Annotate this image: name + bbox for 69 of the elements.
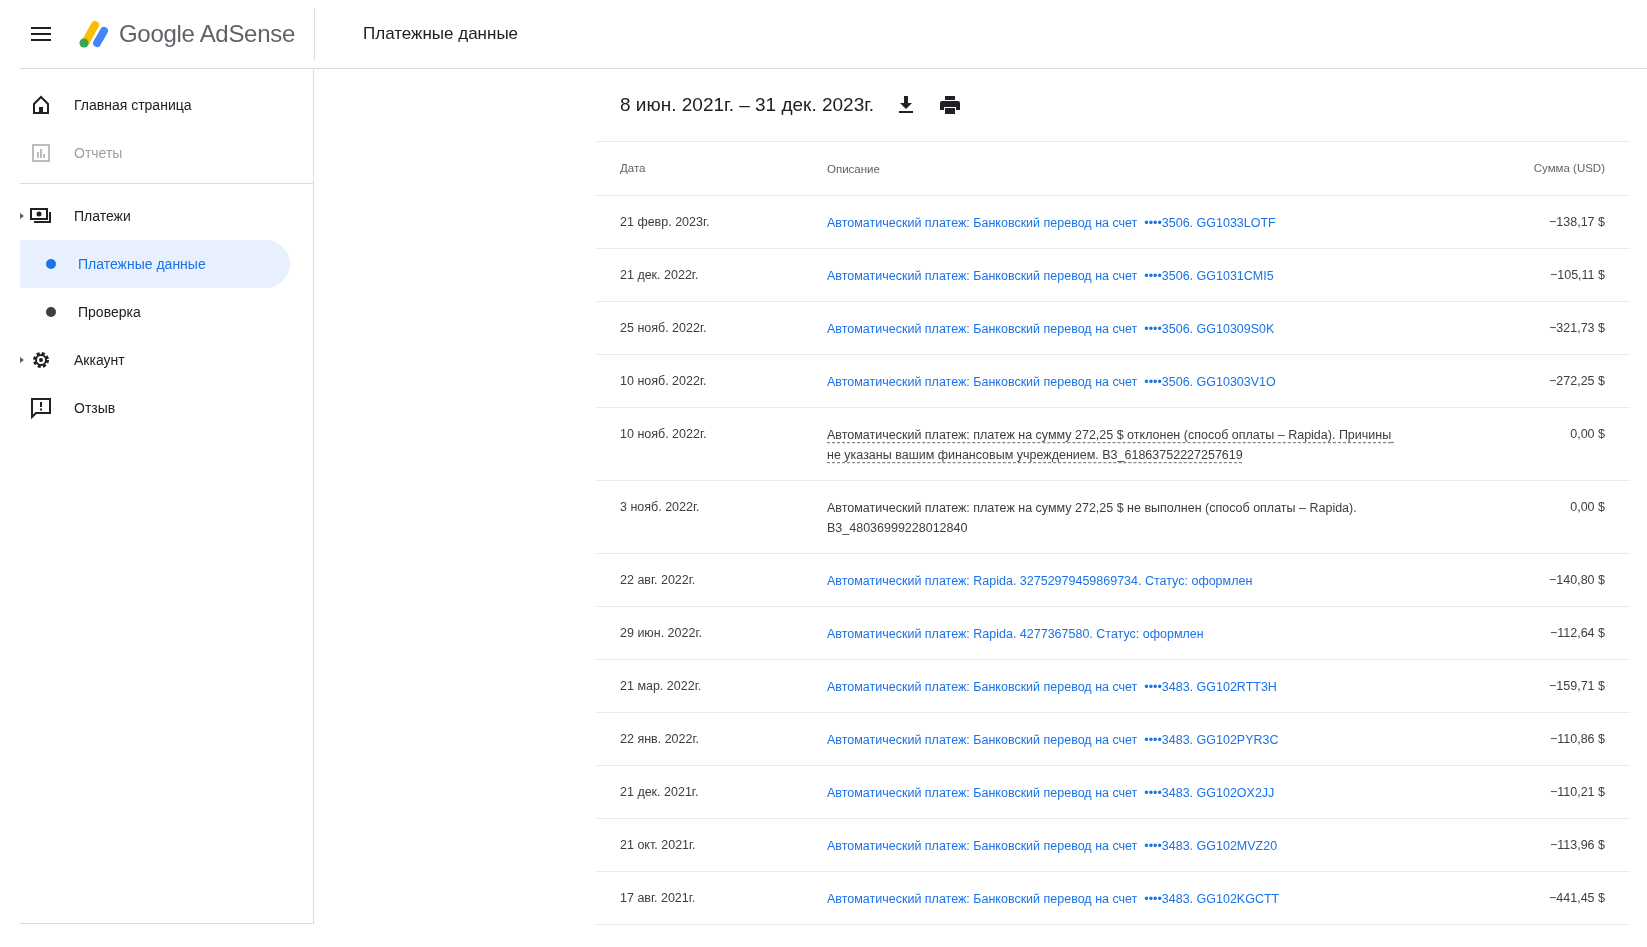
- logo-icon: [77, 19, 111, 49]
- amount-cell-text: −321,73 $: [1548, 320, 1605, 337]
- payment-link[interactable]: Автоматический платеж: Банковский перевод на счет ••••3506. GG10309S0K: [827, 319, 1407, 339]
- date-cell-text: 21 дек. 2022г.: [620, 267, 700, 284]
- amount-cell-text: −159,71 $: [1548, 678, 1605, 695]
- page-title: Платежные данные: [363, 24, 519, 44]
- date-cell-text: 22 авг. 2022г.: [620, 572, 697, 589]
- payment-link[interactable]: Автоматический платеж: Rapida. 32752979459869734. Статус: оформлен: [827, 571, 1407, 591]
- home-icon: [30, 95, 52, 115]
- settings-icon: [30, 349, 52, 371]
- column-header: Дата: [620, 161, 647, 176]
- nav-label: Платежные данные: [78, 256, 206, 272]
- bullet-icon: [46, 307, 56, 317]
- amount-cell-text: 0,00 $: [1569, 499, 1605, 516]
- payment-link[interactable]: Автоматический платеж: Банковский перевод на счет ••••3483. GG102OX2JJ: [827, 783, 1407, 803]
- nav-item[interactable]: Аккаунт: [20, 336, 313, 384]
- amount-cell-text: −113,96 $: [1548, 837, 1605, 854]
- date-cell-text: 21 дек. 2021г.: [620, 784, 700, 801]
- bar-chart-icon: [30, 143, 52, 163]
- column-header: Описание: [827, 162, 881, 177]
- nav-label: Отзыв: [74, 400, 116, 416]
- payment-link[interactable]: Автоматический платеж: Банковский перевод на счет ••••3483. GG102MVZ20: [827, 836, 1407, 856]
- nav-subitem[interactable]: Платежные данные: [20, 240, 290, 288]
- nav-label: Аккаунт: [74, 352, 125, 368]
- nav-subitem[interactable]: Проверка: [20, 288, 290, 336]
- nav-label: Отчеты: [74, 145, 123, 161]
- date-cell-text: 21 февр. 2023г.: [620, 214, 711, 231]
- date-cell-text: 29 июн. 2022г.: [620, 625, 703, 642]
- nav-item[interactable]: Отзыв: [20, 384, 313, 432]
- payment-link[interactable]: Автоматический платеж: Банковский перевод на счет ••••3506. GG1031CMI5: [827, 266, 1407, 286]
- date-cell-text: 21 мар. 2022г.: [620, 678, 703, 695]
- nav-item[interactable]: Платежи: [20, 192, 313, 240]
- payment-link[interactable]: Автоматический платеж: Банковский перевод на счет ••••3483. GG102RTT3H: [827, 677, 1407, 697]
- description-text: Автоматический платеж: платеж на сумму 272,25 $ не выполнен (способ оплаты – Rapida). B3_48036999228012840: [827, 500, 1358, 537]
- date-cell-text: 25 нояб. 2022г.: [620, 320, 708, 337]
- print-icon: [940, 96, 961, 114]
- feedback-icon: [30, 397, 52, 419]
- download-icon: [898, 96, 915, 114]
- date-cell-text: 10 нояб. 2022г.: [620, 373, 708, 390]
- bullet-icon: [46, 259, 56, 269]
- amount-cell-text: −140,80 $: [1548, 572, 1605, 589]
- nav-label: Проверка: [78, 304, 141, 320]
- date-cell-text: 10 нояб. 2022г.: [620, 426, 708, 443]
- amount-cell-text: −441,45 $: [1548, 890, 1605, 907]
- date-cell-text: 22 янв. 2022г.: [620, 731, 700, 748]
- payment-link[interactable]: Автоматический платеж: Банковский перевод на счет ••••3483. GG102KGCTT: [827, 889, 1407, 909]
- column-header: Сумма (USD): [1532, 161, 1605, 176]
- banknote-icon: [30, 207, 52, 225]
- amount-cell-text: 0,00 $: [1569, 426, 1605, 443]
- menu-icon: [31, 27, 51, 41]
- amount-cell-text: −110,86 $: [1548, 731, 1605, 748]
- payment-link[interactable]: Автоматический платеж: Банковский перевод на счет ••••3483. GG102PYR3C: [827, 730, 1407, 750]
- date-cell-text: 21 окт. 2021г.: [620, 837, 697, 854]
- amount-cell-text: −138,17 $: [1548, 214, 1605, 231]
- nav-item[interactable]: Главная страница: [20, 81, 313, 129]
- amount-cell-text: −105,11 $: [1548, 267, 1605, 284]
- nav-label: Платежи: [74, 208, 131, 224]
- payment-link[interactable]: Автоматический платеж: Банковский перевод на счет ••••3506. GG1033LOTF: [827, 213, 1407, 233]
- date-cell-text: 3 нояб. 2022г.: [620, 499, 701, 516]
- date-cell-text: 17 авг. 2021г.: [620, 890, 697, 907]
- amount-cell-text: −110,21 $: [1548, 784, 1605, 801]
- description-text[interactable]: Автоматический платеж: платеж на сумму 272,25 $ отклонен (способ оплаты – Rapida). Причины не указаны вашим финансовым учреждением. B3_61863752227257619: [827, 425, 1407, 465]
- payment-link[interactable]: Автоматический платеж: Банковский перевод на счет ••••3506. GG10303V1O: [827, 372, 1407, 392]
- brand-name: Google AdSense: [119, 20, 295, 48]
- payment-link[interactable]: Автоматический платеж: Rapida. 4277367580. Статус: оформлен: [827, 624, 1407, 644]
- amount-cell-text: −112,64 $: [1548, 625, 1605, 642]
- amount-cell-text: −272,25 $: [1548, 373, 1605, 390]
- date-range: 8 июн. 2021г. – 31 дек. 2023г.: [620, 94, 875, 116]
- nav-label: Главная страница: [74, 97, 192, 113]
